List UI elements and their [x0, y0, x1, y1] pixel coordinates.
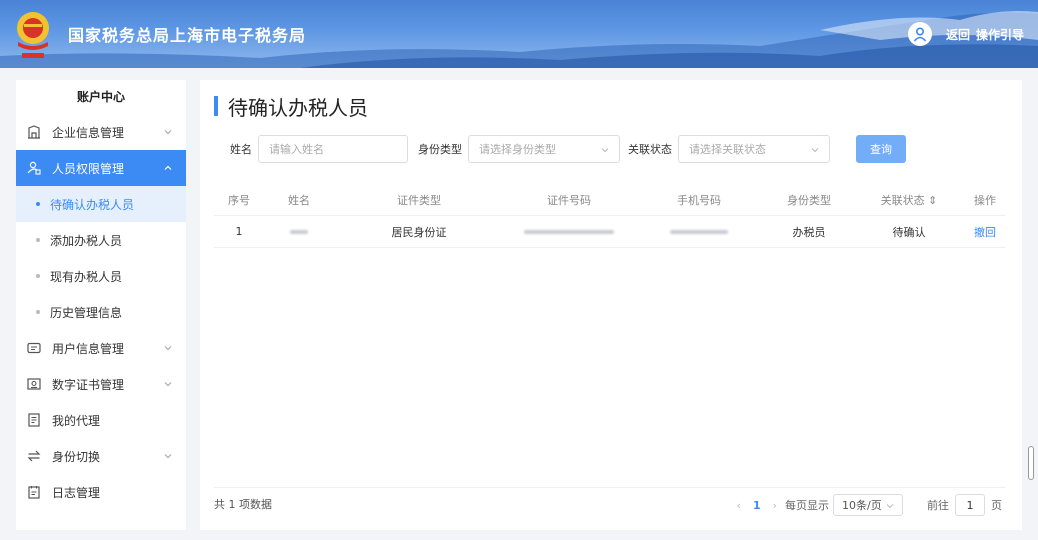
chevron-down-icon	[164, 346, 172, 351]
site-title: 国家税务总局上海市电子税务局	[68, 26, 307, 45]
goto-page-input[interactable]: 1	[955, 494, 985, 516]
sidebar-item-user-info[interactable]: 用户信息管理	[16, 330, 186, 366]
sidebar-item-digital-certificate[interactable]: 数字证书管理	[16, 366, 186, 402]
sidebar-item-enterprise-info[interactable]: 企业信息管理	[16, 114, 186, 150]
page-number-current[interactable]: 1	[753, 499, 761, 512]
col-header-name: 姓名	[288, 193, 310, 207]
sidebar-item-label: 日志管理	[52, 485, 101, 500]
page-unit-label: 页	[991, 499, 1002, 512]
status-select[interactable]: 请选择关联状态	[678, 135, 830, 163]
chevron-down-icon	[601, 148, 609, 153]
chevron-down-icon	[164, 382, 172, 387]
chevron-down-icon	[886, 504, 894, 509]
cell-id-type: 办税员	[792, 225, 826, 239]
sidebar-item-label: 企业信息管理	[52, 125, 125, 140]
goto-label: 前往	[927, 499, 949, 512]
per-page-select[interactable]: 10条/页	[833, 494, 903, 516]
sidebar-item-label: 身份切换	[52, 449, 101, 464]
document-icon	[26, 412, 42, 428]
cell-cert-number-redacted	[504, 225, 634, 238]
per-page-value: 10条/页	[842, 499, 882, 512]
prev-page-button[interactable]: ‹	[737, 499, 741, 512]
sidebar-item-my-agency[interactable]: 我的代理	[16, 402, 186, 438]
cell-name-redacted	[264, 225, 334, 238]
sidebar-item-label: 数字证书管理	[52, 377, 125, 392]
log-icon	[26, 484, 42, 500]
header-actions: 返回 操作引导	[907, 22, 1024, 46]
tax-bureau-emblem-icon	[10, 6, 56, 62]
sidebar-subitem-add-tax-personnel[interactable]: 添加办税人员	[16, 222, 186, 258]
sidebar-item-label: 我的代理	[52, 413, 101, 428]
table-row: 1 居民身份证 办税员 待确认 撤回	[214, 216, 1006, 248]
cell-cert-type: 居民身份证	[391, 225, 447, 239]
sidebar-subitem-label: 待确认办税人员	[50, 197, 135, 212]
sidebar-item-label: 用户信息管理	[52, 341, 125, 356]
col-header-cert-number: 证件号码	[547, 193, 591, 207]
bullet-dot	[36, 202, 40, 206]
sidebar-subitem-label: 添加办税人员	[50, 233, 123, 248]
id-card-icon	[26, 340, 42, 356]
cell-index: 1	[235, 225, 243, 238]
name-input-placeholder: 请输入姓名	[269, 143, 324, 156]
pagination: ‹ 1 › 每页显示 10条/页 前往 1 页	[737, 494, 1002, 516]
col-header-cert-type: 证件类型	[397, 193, 441, 207]
certificate-icon	[26, 376, 42, 392]
top-header: 国家税务总局上海市电子税务局 返回 操作引导	[0, 0, 1038, 68]
bullet-dot	[36, 310, 40, 314]
chevron-down-icon	[164, 130, 172, 135]
id-type-filter-label: 身份类型	[418, 143, 462, 156]
personnel-table: 序号 姓名 证件类型 证件号码 手机号码 身份类型 关联状态 ⇕ 操作 1 居民…	[214, 184, 1006, 248]
chevron-up-icon	[164, 165, 172, 170]
name-filter-label: 姓名	[230, 143, 252, 156]
sidebar-subitem-label: 历史管理信息	[50, 305, 123, 320]
col-header-phone: 手机号码	[677, 193, 721, 207]
cell-phone-redacted	[634, 225, 764, 238]
user-avatar-icon[interactable]	[907, 22, 932, 46]
table-footer: 共 1 项数据 ‹ 1 › 每页显示 10条/页 前往 1 页	[214, 487, 1006, 519]
operation-guide-link[interactable]: 操作引导	[976, 26, 1024, 43]
building-icon	[26, 124, 42, 140]
page-title: 待确认办税人员	[214, 94, 368, 120]
id-type-select[interactable]: 请选择身份类型	[468, 135, 620, 163]
id-type-select-placeholder: 请选择身份类型	[479, 143, 556, 156]
sidebar-item-identity-switch[interactable]: 身份切换	[16, 438, 186, 474]
scrollbar-handle[interactable]	[1028, 446, 1034, 480]
sidebar-title: 账户中心	[76, 90, 125, 104]
withdraw-link[interactable]: 撤回	[964, 224, 1006, 240]
bullet-dot	[36, 238, 40, 242]
sidebar-subitem-pending-tax-personnel[interactable]: 待确认办税人员	[16, 186, 186, 222]
back-link[interactable]: 返回	[946, 26, 970, 43]
sidebar-item-personnel-permissions[interactable]: 人员权限管理	[16, 150, 186, 186]
col-header-index: 序号	[228, 193, 250, 207]
title-accent-bar	[214, 96, 218, 116]
col-header-action: 操作	[974, 193, 996, 207]
main-panel: 待确认办税人员 姓名 请输入姓名 身份类型 请选择身份类型 关联状态 请选择关联…	[200, 80, 1022, 530]
user-lock-icon	[26, 160, 42, 176]
cell-status: 待确认	[892, 225, 926, 239]
col-header-status-sortable[interactable]: 关联状态 ⇕	[854, 192, 964, 208]
sidebar-subitem-label: 现有办税人员	[50, 269, 123, 284]
per-page-label: 每页显示	[785, 499, 829, 512]
switch-icon	[26, 448, 42, 464]
query-button[interactable]: 查询	[856, 135, 906, 163]
sidebar-subitem-current-tax-personnel[interactable]: 现有办税人员	[16, 258, 186, 294]
status-filter-label: 关联状态	[628, 143, 672, 156]
status-select-placeholder: 请选择关联状态	[689, 143, 766, 156]
page-title-text: 待确认办税人员	[228, 95, 368, 120]
total-count: 共 1 项数据	[214, 497, 272, 511]
col-header-id-type: 身份类型	[787, 193, 831, 207]
bullet-dot	[36, 274, 40, 278]
chevron-down-icon	[164, 454, 172, 459]
sidebar-item-label: 人员权限管理	[52, 161, 125, 176]
chevron-down-icon	[811, 148, 819, 153]
sidebar-item-log-management[interactable]: 日志管理	[16, 474, 186, 510]
sidebar: 账户中心 企业信息管理 人员权限管理 待确认办税人员 添加办税人员 现有办税人员…	[16, 80, 186, 530]
filter-bar: 姓名 请输入姓名 身份类型 请选择身份类型 关联状态 请选择关联状态 查询	[214, 135, 906, 163]
sidebar-subitem-history-management[interactable]: 历史管理信息	[16, 294, 186, 330]
name-input[interactable]: 请输入姓名	[258, 135, 408, 163]
table-header-row: 序号 姓名 证件类型 证件号码 手机号码 身份类型 关联状态 ⇕ 操作	[214, 184, 1006, 216]
next-page-button[interactable]: ›	[773, 499, 777, 512]
